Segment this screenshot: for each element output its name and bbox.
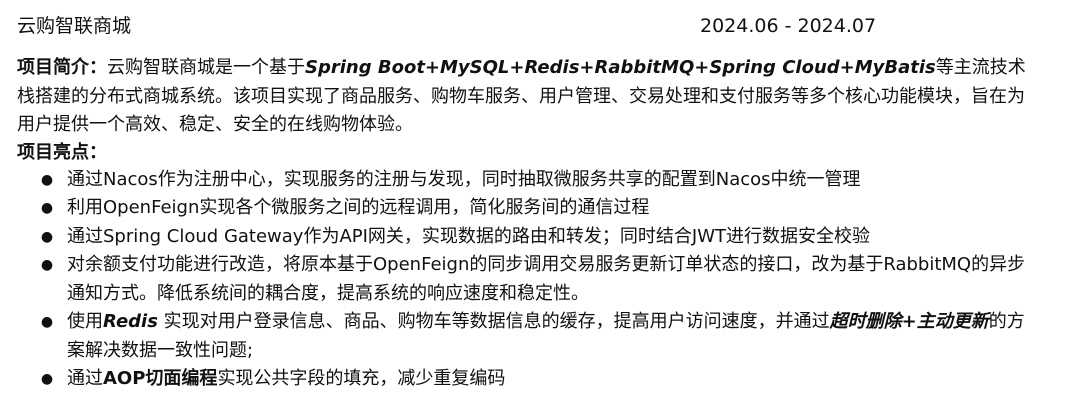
- highlight-text: 利用OpenFeign实现各个微服务之间的远程调用，简化服务间的通信过程: [67, 197, 650, 218]
- highlight-emphasis-aop: AOP切面编程: [103, 368, 218, 389]
- highlight-prefix: 通过: [67, 368, 103, 389]
- highlight-emphasis-strategy: 超时删除+主动更新: [829, 311, 989, 332]
- list-item: ● 利用OpenFeign实现各个微服务之间的远程调用，简化服务间的通信过程: [17, 194, 1037, 223]
- project-summary: 项目简介：云购智联商城是一个基于Spring Boot+MySQL+Redis+…: [17, 54, 1039, 140]
- highlight-emphasis-redis: Redis: [103, 311, 158, 332]
- highlight-text: 通过Spring Cloud Gateway作为API网关，实现数据的路由和转发…: [67, 225, 871, 247]
- highlight-suffix: 实现公共字段的填充，减少重复编码: [217, 368, 506, 389]
- highlight-middle: 实现对用户登录信息、商品、购物车等数据信息的缓存，提高用户访问速度，并通过: [157, 311, 830, 332]
- highlight-text: 通过Nacos作为注册中心，实现服务的注册与发现，同时抽取微服务共享的配置到Na…: [67, 168, 861, 190]
- project-header: 云购智联商城 2024.06 - 2024.07: [17, 10, 1038, 42]
- list-item: ● 通过AOP切面编程实现公共字段的填充，减少重复编码: [17, 365, 1037, 394]
- bullet-icon: ●: [40, 257, 54, 273]
- project-name: 云购智联商城: [17, 15, 132, 37]
- highlight-prefix: 使用: [67, 311, 103, 332]
- highlight-text: 对余额支付功能进行改造，将原本基于OpenFeign的同步调用交易服务更新订单状…: [67, 254, 1026, 304]
- project-dates: 2024.06 - 2024.07: [700, 15, 877, 37]
- list-item: ● 通过Spring Cloud Gateway作为API网关，实现数据的路由和转…: [17, 223, 1037, 252]
- list-item: ● 使用Redis 实现对用户登录信息、商品、购物车等数据信息的缓存，提高用户访问…: [17, 308, 1037, 365]
- summary-text-before: 云购智联商城是一个基于: [107, 57, 305, 78]
- highlights-list: ● 通过Nacos作为注册中心，实现服务的注册与发现，同时抽取微服务共享的配置到N…: [17, 166, 1038, 394]
- bullet-icon: ●: [40, 171, 54, 188]
- bullet-icon: ●: [40, 228, 54, 245]
- bullet-icon: ●: [40, 314, 54, 330]
- highlights-title: 项目亮点：: [17, 141, 107, 163]
- resume-project-section: 云购智联商城 2024.06 - 2024.07 项目简介：云购智联商城是一个基…: [0, 0, 1078, 413]
- tech-stack: Spring Boot+MySQL+Redis+RabbitMQ+Spring …: [305, 57, 936, 78]
- summary-label: 项目简介：: [17, 57, 107, 78]
- list-item: ● 对余额支付功能进行改造，将原本基于OpenFeign的同步调用交易服务更新订单…: [17, 251, 1037, 308]
- list-item: ● 通过Nacos作为注册中心，实现服务的注册与发现，同时抽取微服务共享的配置到N…: [17, 166, 1037, 195]
- bullet-icon: ●: [40, 200, 54, 216]
- bullet-icon: ●: [40, 371, 54, 387]
